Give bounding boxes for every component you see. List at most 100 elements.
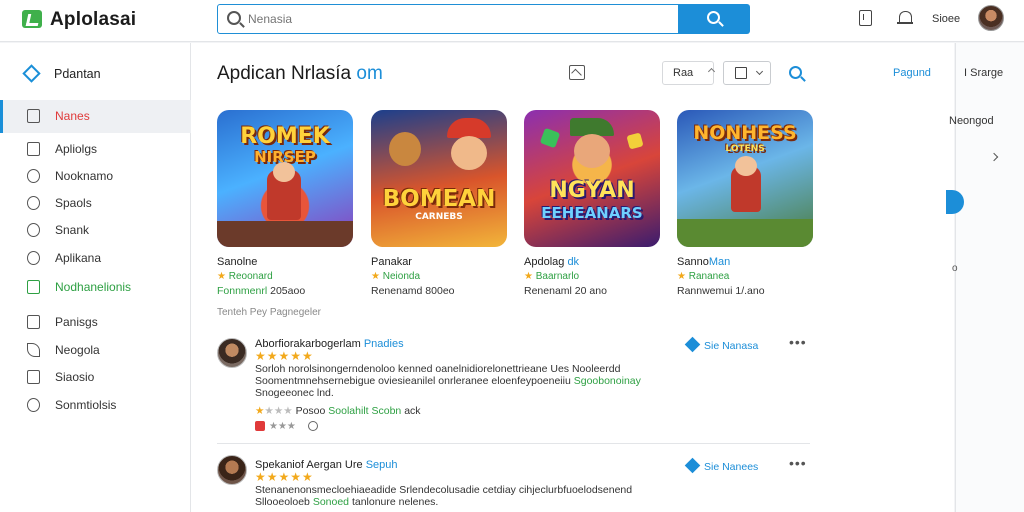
review-actions: ★★★ (255, 421, 318, 432)
tablet-icon[interactable] (859, 10, 872, 26)
sidebar-item-label: Apliolgs (55, 142, 98, 156)
app-name[interactable]: Panakar (371, 256, 507, 268)
star-icon: ★ (255, 405, 265, 417)
app-thumbnail[interactable]: BOMEAN CARNEBS (371, 110, 507, 247)
sidebar-header-label: Pdantan (54, 67, 101, 81)
heart-icon (684, 457, 701, 474)
avatar[interactable] (217, 338, 247, 368)
app-name-text: Panakar (371, 256, 412, 268)
logo-text[interactable]: Aplolasai (50, 9, 136, 31)
review-meta-prefix: Posoo (295, 405, 326, 417)
sidebar-item-nodhanelionis[interactable]: Nodhanelionis (0, 271, 191, 304)
app-name[interactable]: Sanolne (217, 256, 353, 268)
section-caption: Tenteh Pey Pagnegeler (217, 307, 321, 318)
square-icon (27, 280, 40, 294)
search-bar[interactable] (217, 4, 679, 34)
app-price-text: Fonnmenrl (217, 285, 268, 297)
star-icon: ★ (371, 271, 383, 282)
app-price-text: Renenamd (371, 285, 423, 297)
app-card[interactable]: NONHESS LOTENS SannoMan ★ Rananea Rannwe… (677, 110, 813, 297)
app-thumbnail[interactable]: ROMEK NIRSEP (217, 110, 353, 247)
image-icon[interactable] (569, 65, 585, 80)
heart-icon (684, 336, 701, 353)
right-panel-link[interactable]: Neongod (949, 115, 994, 127)
app-rating: ★ Baarnarlo (524, 271, 660, 282)
review-meta-highlight: Soolahilt Scobn (328, 405, 402, 417)
star-icon: ★ (677, 271, 689, 282)
scroll-handle[interactable] (946, 190, 964, 214)
sort-dropdown[interactable]: Raa (662, 61, 714, 85)
sidebar-item-label: Siaosio (55, 370, 95, 384)
app-name-text: Sanno (677, 256, 709, 268)
app-card[interactable]: NGYAN EEHEANARS Apdolag dk ★ Baarnarlo R… (524, 110, 660, 297)
art-subtitle: CARNEBS (415, 212, 463, 222)
reviewer-name-accent: Sepuh (365, 459, 398, 471)
app-price: Renenaml 20 ano (524, 285, 660, 297)
bell-icon (27, 169, 40, 183)
sidebar-item-label: Nooknamo (55, 169, 114, 183)
sign-in-link[interactable]: Sioee (932, 13, 960, 25)
character-head (735, 156, 757, 176)
search-icon[interactable] (789, 66, 802, 79)
app-thumbnail[interactable]: NONHESS LOTENS (677, 110, 813, 247)
search-input[interactable] (248, 10, 668, 28)
chevron-right-icon[interactable] (989, 152, 999, 162)
avatar[interactable] (978, 5, 1004, 31)
avatar[interactable] (217, 455, 247, 485)
right-search-label[interactable]: I Srarge (964, 67, 1003, 79)
star-empty-icon[interactable]: ★★★ (269, 421, 296, 432)
review-item: Aborfiorakarbogerlam Pnadies ★★★★★ Sie N… (217, 334, 810, 438)
app-name-accent: Man (708, 256, 731, 268)
sidebar-item-label: Nanes (55, 109, 90, 123)
flag-icon[interactable] (255, 421, 265, 432)
helpful-badge-label: Sie Nanasa (704, 340, 759, 352)
app-card[interactable]: BOMEAN CARNEBS Panakar ★ Neionda Renenam… (371, 110, 507, 297)
app-name[interactable]: SannoMan (677, 256, 813, 268)
clock-icon[interactable] (307, 421, 318, 432)
page-title-accent: om (356, 63, 383, 84)
review-meta-suffix: ack (404, 405, 421, 417)
ground-shape (217, 221, 353, 247)
search-icon (27, 223, 40, 237)
app-name-text: Sanolne (217, 256, 258, 268)
sidebar-item-nanes[interactable]: Nanes (0, 100, 191, 133)
chat-icon (27, 196, 40, 210)
more-options-icon[interactable]: ••• (789, 455, 807, 471)
review-meta: ★★★★ Posoo Soolahilt Scobn ack (255, 405, 421, 417)
main-content: Apdican Nrlasía om Raa Pagund ROMEK NIRS… (191, 43, 954, 512)
star-icon: ★ (524, 271, 536, 282)
app-price-num: 205aoo (270, 285, 306, 297)
review-text-tail: tanlonure nelenes. (351, 496, 439, 508)
sidebar-item-label: Spaols (55, 196, 92, 210)
divider (217, 443, 810, 444)
view-toggle[interactable] (723, 61, 771, 85)
app-price: Fonnmenrl 205aoo (217, 285, 353, 297)
app-rating: ★ Neionda (371, 271, 507, 282)
character-head (273, 162, 295, 182)
app-name-accent: dk (567, 256, 580, 268)
app-name[interactable]: Apdolag dk (524, 256, 660, 268)
logo-icon[interactable] (22, 10, 42, 28)
app-thumbnail[interactable]: NGYAN EEHEANARS (524, 110, 660, 247)
art-subtitle: LOTENS (725, 144, 765, 154)
app-price-text: Renenaml (524, 285, 572, 297)
app-card[interactable]: ROMEK NIRSEP Sanolne ★ Reoonard Fonnmenr… (217, 110, 353, 297)
sidebar-item-sonmtiolsis[interactable]: Sonmtiolsis (0, 389, 191, 422)
rating-stars: ★★★★★ (255, 349, 314, 363)
featured-link[interactable]: Pagund (893, 67, 931, 79)
app-price-text: Rannwemui (677, 285, 733, 297)
sort-label: Raa (673, 67, 694, 79)
ground-shape (677, 219, 813, 247)
app-price-num: 800eo (425, 285, 455, 297)
more-options-icon[interactable]: ••• (789, 334, 807, 350)
helpful-badge[interactable]: Sie Nanees (684, 457, 758, 474)
sidebar-item-label: Neogola (55, 343, 100, 357)
review-text-highlight: Sonoed (312, 496, 350, 508)
art-title: ROMEK (240, 124, 330, 149)
search-button[interactable] (678, 4, 750, 34)
art-subtitle: EEHEANARS (541, 204, 643, 222)
helpful-badge[interactable]: Sie Nanasa (684, 336, 759, 353)
sidebar-item-label: Aplikana (55, 251, 102, 265)
bell-icon[interactable] (897, 10, 914, 26)
app-price: Renenamd 800eo (371, 285, 507, 297)
